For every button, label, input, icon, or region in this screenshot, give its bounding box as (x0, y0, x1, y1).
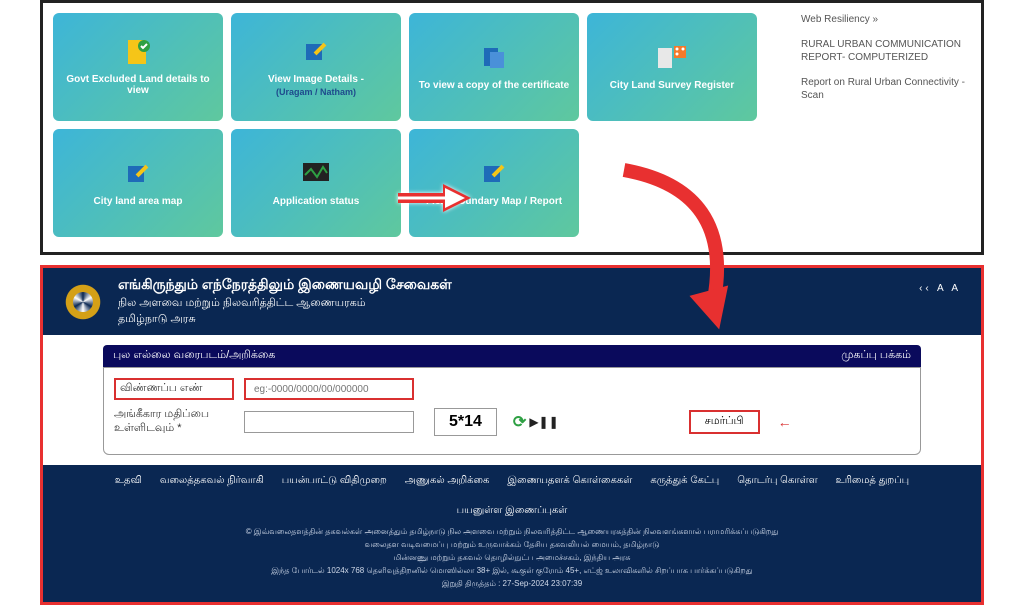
footer-link[interactable]: இணையதளக் கொள்கைகள் (507, 475, 632, 487)
refresh-captcha-icon[interactable]: ⟳ (513, 412, 526, 432)
footer-copyright: © இவ்வலைதளத்தின் தகவல்கள் அனைத்தும் தமிழ… (53, 527, 971, 537)
tn-govt-emblem-icon (63, 282, 103, 322)
footer-link[interactable]: பயனுள்ள இணைப்புகள் (457, 505, 568, 517)
sidebar-link[interactable]: Web Resiliency » (801, 13, 971, 26)
footer-link[interactable]: கருத்துக் கேட்பு (650, 475, 719, 487)
footer-link[interactable]: தொடர்பு கொள்ள (737, 475, 817, 487)
footer-link[interactable]: உதவி (115, 475, 142, 487)
application-number-input[interactable] (244, 378, 414, 400)
footer-link[interactable]: உரிமைத் துறப்பு (836, 475, 909, 487)
captcha-input[interactable] (244, 411, 414, 433)
footer-ministry: மின்னணு மற்றும் தகவல் தொழில்நுட்ப அமைச்ச… (53, 553, 971, 563)
submit-button[interactable]: சமர்ப்பி (689, 410, 760, 434)
horizontal-arrow-annotation (393, 178, 473, 223)
edit-icon (302, 38, 330, 66)
curved-arrow-annotation (614, 160, 754, 345)
footer-links: உதவி வலைத்தகவல் நிர்வாகி பயன்பாட்டு விதி… (53, 475, 971, 517)
home-link[interactable]: முகப்பு பக்கம் (841, 349, 911, 363)
captcha-label: அங்கீகார மதிப்பை உள்ளிடவும் * (114, 408, 234, 436)
document-check-icon (124, 38, 152, 66)
footer-browser-note: இந்த போர்டல் 1024x 768 தெளிவுத்திறனில் ம… (53, 566, 971, 576)
tile-label: Application status (273, 196, 360, 207)
tile-label: City land area map (94, 196, 183, 207)
header-text: எங்கிருந்தும் எந்நேரத்திலும் இணையவழி சேவ… (118, 276, 452, 327)
form-title-bar: புல எல்லை வரைபடம்/அறிக்கை முகப்பு பக்கம் (103, 345, 921, 367)
application-form-panel: எங்கிருந்தும் எந்நேரத்திலும் இணையவழி சேவ… (40, 265, 984, 605)
tile-label: City Land Survey Register (610, 80, 734, 91)
tile-city-area-map[interactable]: City land area map (53, 129, 223, 237)
footer-link[interactable]: வலைத்தகவல் நிர்வாகி (160, 475, 264, 487)
boundary-edit-icon (480, 160, 508, 188)
tile-govt-excluded-land[interactable]: Govt Excluded Land details to view (53, 13, 223, 121)
status-monitor-icon (302, 160, 330, 188)
footer-last-updated: இறுதி திருத்தம் : 27-Sep-2024 23:07:39 (53, 579, 971, 589)
form-box: விண்ணப்ப எண் அங்கீகார மதிப்பை உள்ளிடவும்… (103, 367, 921, 455)
services-panel: Govt Excluded Land details to view View … (40, 0, 984, 255)
footer-link[interactable]: பயன்பாட்டு விதிமுறை (282, 475, 387, 487)
tile-application-status[interactable]: Application status (231, 129, 401, 237)
sidebar-link[interactable]: Report on Rural Urban Connectivity - Sca… (801, 76, 971, 102)
tile-label: Govt Excluded Land details to view (61, 74, 215, 96)
header-subtitle-1: நில அளவை மற்றும் நிலவரித்திட்ட ஆணையரகம் (118, 297, 452, 311)
sidebar-link[interactable]: RURAL URBAN COMMUNICATION REPORT- COMPUT… (801, 38, 971, 64)
play-captcha-icon[interactable]: ▶❚❚ (529, 415, 558, 429)
application-number-label: விண்ணப்ப எண் (114, 378, 234, 400)
arrow-annotation-icon: ← (778, 414, 792, 430)
tile-view-image-details[interactable]: View Image Details - (Uragam / Natham) (231, 13, 401, 121)
header-subtitle-2: தமிழ்நாடு அரசு (118, 313, 452, 327)
form-title: புல எல்லை வரைபடம்/அறிக்கை (113, 349, 275, 363)
sidebar-links: Web Resiliency » RURAL URBAN COMMUNICATI… (791, 3, 981, 124)
register-icon (658, 44, 686, 72)
captcha-challenge: 5*14 (434, 408, 497, 436)
captcha-controls: ⟳ ▶❚❚ (513, 412, 559, 432)
map-edit-icon (124, 160, 152, 188)
copy-icon (480, 44, 508, 72)
form-area: புல எல்லை வரைபடம்/அறிக்கை முகப்பு பக்கம்… (43, 335, 981, 465)
footer-link[interactable]: அணுகல் அறிக்கை (405, 475, 490, 487)
tile-certificate-copy[interactable]: To view a copy of the certificate (409, 13, 579, 121)
tile-city-survey-register[interactable]: City Land Survey Register (587, 13, 757, 121)
page-footer: உதவி வலைத்தகவல் நிர்வாகி பயன்பாட்டு விதி… (43, 465, 981, 602)
font-size-controls[interactable]: ‹‹ A A (919, 283, 961, 294)
tile-label: To view a copy of the certificate (419, 80, 569, 91)
footer-dev-credit: வலைதள வடிவமைப்பு மற்றும் உருவாக்கம் தேசி… (53, 540, 971, 550)
header-title: எங்கிருந்தும் எந்நேரத்திலும் இணையவழி சேவ… (118, 276, 452, 295)
tile-label: View Image Details - (268, 74, 364, 85)
tile-sublabel: (Uragam / Natham) (276, 87, 356, 97)
government-header: எங்கிருந்தும் எந்நேரத்திலும் இணையவழி சேவ… (43, 268, 981, 335)
